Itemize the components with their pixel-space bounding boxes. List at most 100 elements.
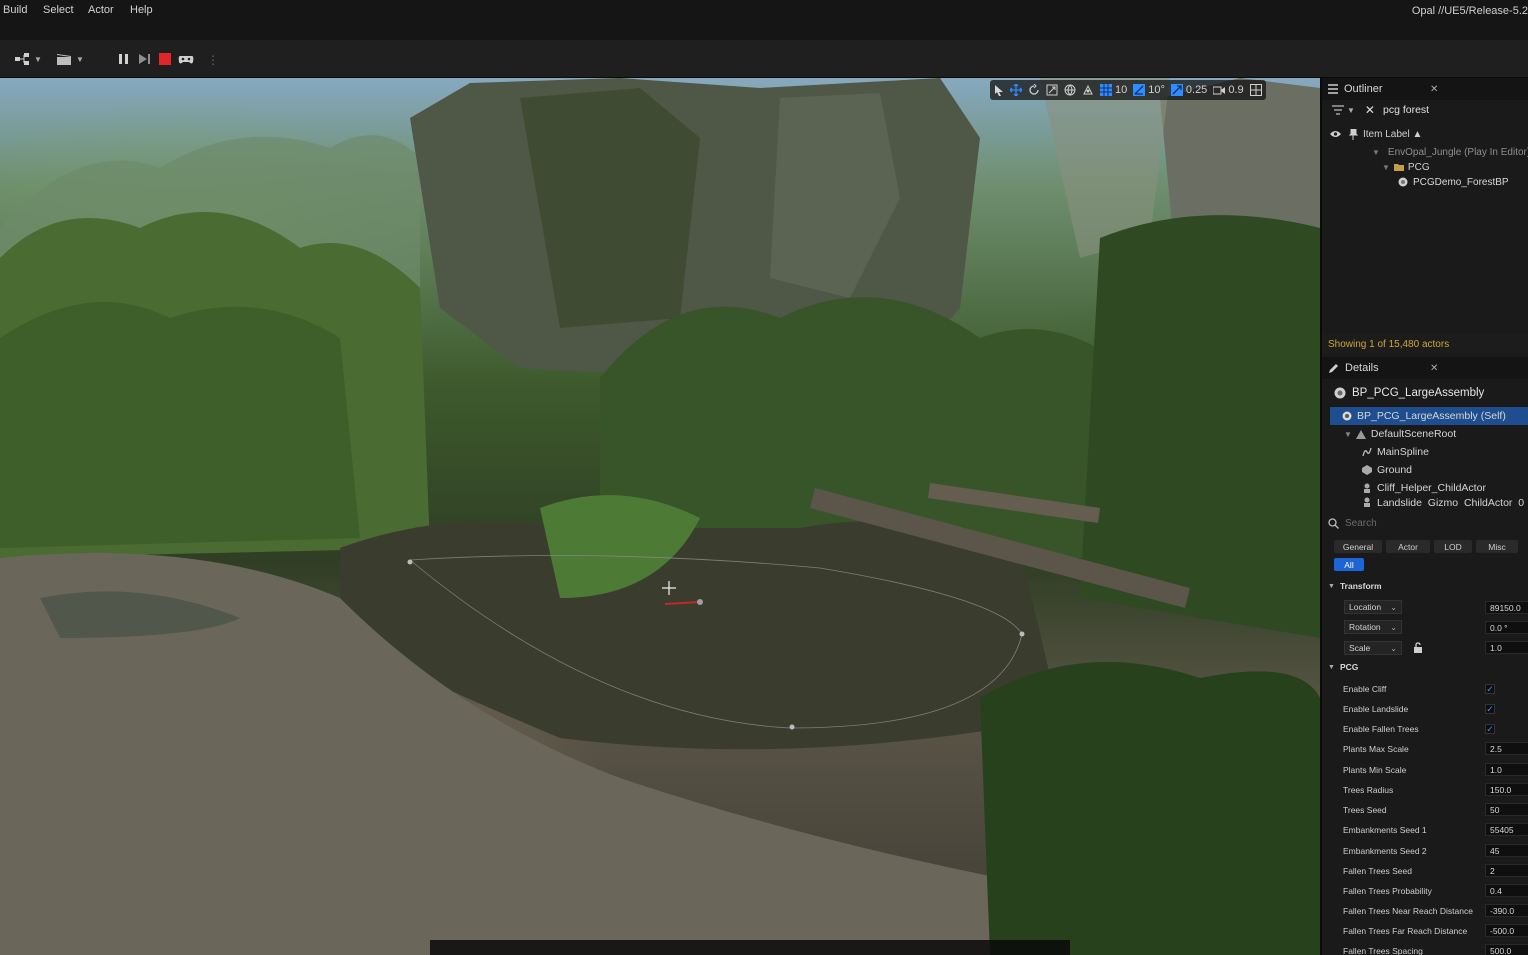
component-label: BP_PCG_LargeAssembly (Self): [1357, 410, 1506, 422]
fallen-trees-far-reach-input[interactable]: -500.0: [1485, 924, 1528, 937]
component-row[interactable]: MainSpline: [1322, 443, 1528, 461]
subtitle-overlay: [430, 940, 1070, 955]
rotation-dropdown[interactable]: Rotation ⌄: [1344, 620, 1402, 634]
pin-icon[interactable]: [1349, 128, 1358, 140]
menu-select[interactable]: Select: [43, 4, 74, 16]
actor-icon: [1398, 177, 1408, 187]
folder-icon: [1393, 164, 1404, 171]
details-tab[interactable]: Details ✕: [1322, 357, 1528, 379]
component-row-selected[interactable]: BP_PCG_LargeAssembly (Self): [1330, 407, 1528, 425]
rotate-icon: [1029, 84, 1039, 95]
scale-snap-icon: [1170, 84, 1183, 96]
close-icon[interactable]: ✕: [1430, 363, 1438, 374]
plants-min-scale-input[interactable]: 1.0: [1485, 763, 1528, 776]
location-x-input[interactable]: 89150.0: [1485, 601, 1528, 614]
fallen-trees-probability-input[interactable]: 0.4: [1485, 884, 1528, 897]
menu-bar: Build Select Actor Help Opal //UE5/Relea…: [0, 0, 1528, 40]
stop-button[interactable]: [159, 51, 171, 67]
outliner-tab[interactable]: Outliner ✕: [1322, 78, 1528, 100]
trees-radius-input[interactable]: 150.0: [1485, 783, 1528, 796]
fallen-trees-seed-input[interactable]: 2: [1485, 864, 1528, 877]
close-icon[interactable]: ✕: [1430, 84, 1438, 95]
level-viewport[interactable]: 10 10° 0.25 0.9: [0, 78, 1320, 955]
surface-snap-button[interactable]: [1082, 84, 1094, 96]
scale-dropdown[interactable]: Scale ⌄: [1344, 641, 1402, 655]
crosshair-icon: [662, 581, 676, 595]
filter-tab-all[interactable]: All: [1334, 558, 1364, 571]
rotation-x-input[interactable]: 0.0 °: [1485, 621, 1528, 634]
details-search[interactable]: Search: [1328, 515, 1526, 531]
scale-x-input[interactable]: 1.0: [1485, 641, 1528, 654]
expand-arrow-icon: ▼: [1328, 582, 1335, 590]
component-row[interactable]: Landslide_Gizmo_ChildActor_0: [1322, 497, 1528, 507]
fallen-trees-near-reach-input[interactable]: -390.0: [1485, 904, 1528, 917]
item-label-column[interactable]: Item Label ▲: [1363, 129, 1422, 140]
scale-mode-button[interactable]: [1046, 84, 1058, 96]
select-mode-button[interactable]: [994, 84, 1004, 96]
outliner-row[interactable]: PCGDemo_ForestBP: [1322, 173, 1528, 191]
fallen-trees-spacing-input[interactable]: 500.0: [1485, 944, 1528, 955]
menu-actor[interactable]: Actor: [88, 4, 114, 16]
prop-fallen-trees-far-reach-label: Fallen Trees Far Reach Distance: [1343, 926, 1468, 936]
dropdown-label: Rotation: [1349, 622, 1381, 632]
enable-cliff-checkbox[interactable]: ✓: [1485, 684, 1495, 694]
chevron-down-icon: ⌄: [1390, 643, 1397, 653]
menu-help[interactable]: Help: [130, 4, 153, 16]
enable-fallen-trees-checkbox[interactable]: ✓: [1485, 724, 1495, 734]
more-options-icon[interactable]: ⋮: [207, 53, 219, 67]
pause-icon: [119, 54, 128, 64]
chevron-down-icon[interactable]: ▼: [1347, 106, 1355, 115]
globe-icon: [1064, 84, 1076, 96]
embankments-seed-2-input[interactable]: 45: [1485, 844, 1528, 857]
possess-button[interactable]: [178, 51, 194, 67]
viewport-layout-button[interactable]: [1249, 84, 1262, 96]
embankments-seed-1-input[interactable]: 55405: [1485, 823, 1528, 836]
plants-max-scale-input[interactable]: 2.5: [1485, 742, 1528, 755]
grid-icon: [1100, 84, 1112, 96]
grid-snap-button[interactable]: 10: [1100, 84, 1127, 96]
eye-icon[interactable]: [1330, 130, 1341, 138]
clapboard-icon: [57, 54, 71, 65]
camera-speed-button[interactable]: 0.9: [1213, 84, 1244, 96]
component-row[interactable]: Cliff_Helper_ChildActor: [1322, 479, 1528, 497]
scale-snap-button[interactable]: 0.25: [1170, 84, 1208, 96]
cinematics-button[interactable]: ▼: [57, 51, 84, 67]
angle-icon: [1133, 84, 1146, 96]
world-local-toggle[interactable]: [1064, 84, 1076, 96]
outliner-header: Item Label ▲: [1322, 125, 1528, 143]
actor-icon: [1334, 387, 1346, 399]
filter-tab-actor[interactable]: Actor: [1386, 540, 1430, 553]
pause-button[interactable]: [118, 51, 130, 67]
rotate-mode-button[interactable]: [1028, 84, 1040, 96]
filter-tab-general[interactable]: General: [1334, 540, 1382, 553]
clear-search-icon[interactable]: ✕: [1365, 103, 1375, 117]
actor-name: BP_PCG_LargeAssembly: [1352, 387, 1485, 399]
step-frame-button[interactable]: [138, 51, 151, 67]
location-dropdown[interactable]: Location ⌄: [1344, 600, 1402, 614]
component-row[interactable]: Ground: [1322, 461, 1528, 479]
scale-snap-value: 0.25: [1185, 84, 1208, 96]
expand-arrow-icon[interactable]: ▼: [1344, 430, 1352, 439]
transform-section-header[interactable]: ▼ Transform: [1328, 581, 1382, 591]
menu-build[interactable]: Build: [3, 4, 27, 16]
prop-enable-landslide-label: Enable Landslide: [1343, 704, 1409, 714]
enable-landslide-checkbox[interactable]: ✓: [1485, 704, 1495, 714]
translate-mode-button[interactable]: [1010, 84, 1022, 96]
filter-icon[interactable]: [1332, 105, 1344, 115]
expand-arrow-icon[interactable]: ▼: [1382, 163, 1390, 172]
filter-tab-misc[interactable]: Misc: [1476, 540, 1518, 553]
details-search-input[interactable]: Search: [1345, 518, 1377, 529]
expand-arrow-icon[interactable]: ▼: [1372, 148, 1380, 157]
main-toolbar: ▼ ▼ ⋮: [0, 40, 1528, 78]
rotation-snap-button[interactable]: 10°: [1133, 84, 1165, 96]
lock-icon[interactable]: [1413, 642, 1423, 653]
expand-arrow-icon: ▼: [1328, 663, 1335, 671]
gamepad-icon: [178, 56, 194, 64]
trees-seed-input[interactable]: 50: [1485, 803, 1528, 816]
component-row[interactable]: ▼ DefaultSceneRoot: [1322, 425, 1528, 443]
add-actor-button[interactable]: ▼: [15, 51, 42, 67]
outliner-search-input[interactable]: pcg forest: [1383, 104, 1429, 116]
details-actor-header: BP_PCG_LargeAssembly: [1322, 383, 1528, 403]
filter-tab-lod[interactable]: LOD: [1434, 540, 1472, 553]
pcg-section-header[interactable]: ▼ PCG: [1328, 662, 1358, 672]
